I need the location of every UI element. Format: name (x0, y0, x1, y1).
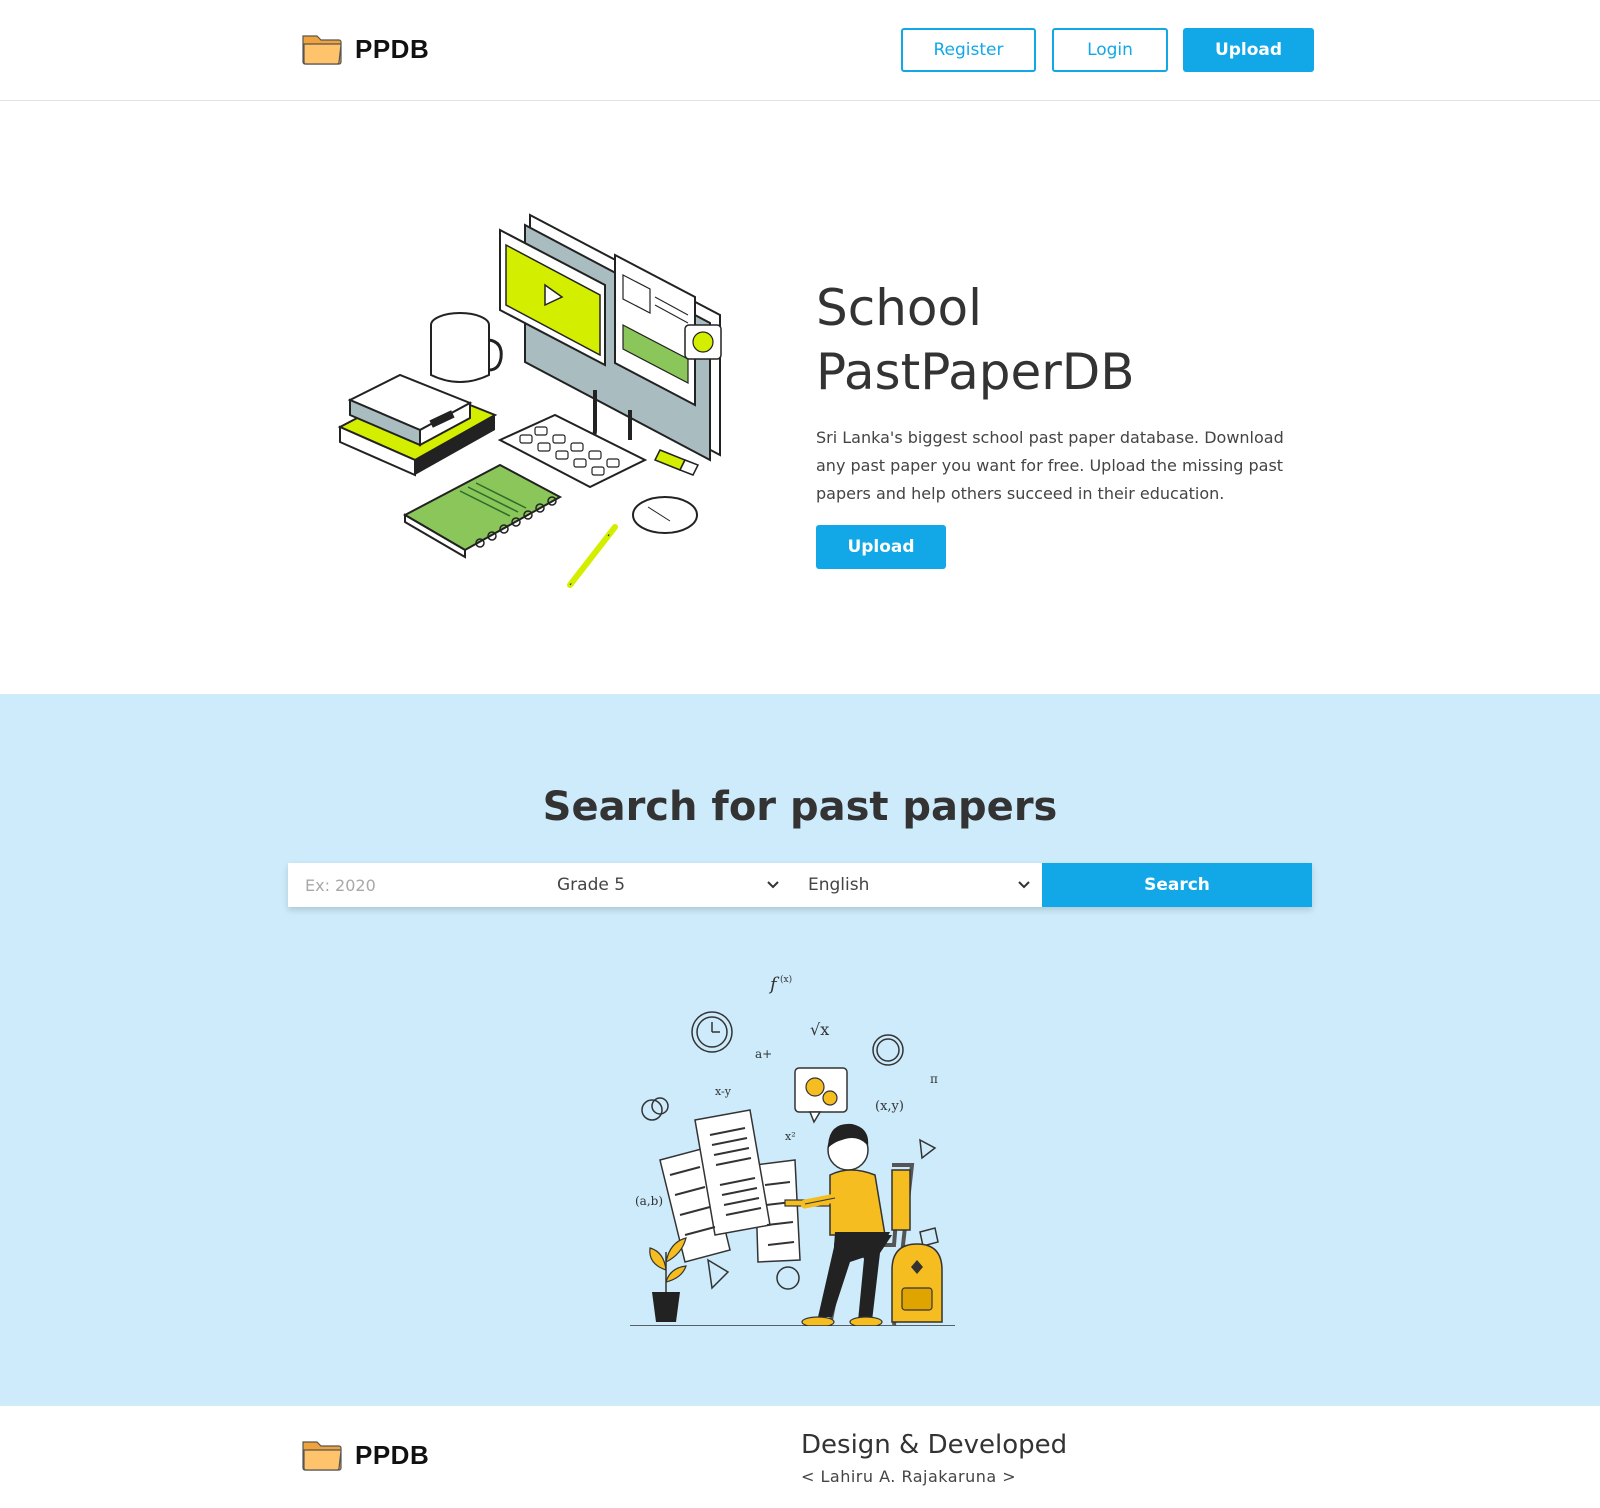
chevron-down-icon (767, 881, 779, 889)
svg-text:f: f (768, 974, 780, 995)
logo-text: PPDB (355, 1439, 430, 1470)
grade-select-value: Grade 5 (557, 875, 626, 895)
hero-upload-button[interactable]: Upload (816, 525, 946, 569)
site-header: PPDB Register Login Upload (0, 0, 1600, 101)
svg-text:√x: √x (810, 1020, 829, 1039)
search-bar: Grade 5 English Search (288, 863, 1312, 907)
svg-text:(a,b): (a,b) (635, 1194, 663, 1208)
svg-text:x-y: x-y (715, 1085, 732, 1098)
language-select-value: English (808, 875, 870, 895)
header-logo[interactable]: PPDB (301, 32, 429, 66)
student-studying-illustration: f (x) √x a+ π (x,y) x-y x² (a,b) (630, 974, 955, 1326)
svg-text:(x): (x) (780, 974, 792, 985)
register-button[interactable]: Register (901, 28, 1036, 72)
desk-workspace-illustration (337, 213, 722, 588)
svg-text:a+: a+ (755, 1047, 772, 1061)
svg-text:(x,y): (x,y) (875, 1099, 904, 1114)
hero-title: School PastPaperDB (816, 276, 1336, 404)
svg-text:π: π (930, 1072, 938, 1086)
folder-icon (302, 1441, 342, 1471)
logo-text: PPDB (355, 33, 430, 64)
language-select[interactable]: English (791, 863, 1042, 907)
credit-title: Design & Developed (801, 1430, 1068, 1460)
footer-logo[interactable]: PPDB (301, 1438, 429, 1472)
hero-title-line2: PastPaperDB (816, 343, 1135, 401)
header-upload-button[interactable]: Upload (1183, 28, 1314, 72)
grade-select[interactable]: Grade 5 (540, 863, 791, 907)
hero-description: Sri Lanka's biggest school past paper da… (816, 428, 1284, 503)
folder-icon (302, 35, 342, 65)
search-title: Search for past papers (542, 784, 1058, 830)
chevron-down-icon (1018, 881, 1030, 889)
search-button[interactable]: Search (1042, 863, 1312, 907)
credit-name: < Lahiru A. Rajakaruna > (801, 1467, 1017, 1486)
svg-text:x²: x² (785, 1130, 796, 1143)
year-input[interactable] (288, 863, 540, 907)
hero-title-line1: School (816, 279, 982, 337)
login-button[interactable]: Login (1052, 28, 1168, 72)
